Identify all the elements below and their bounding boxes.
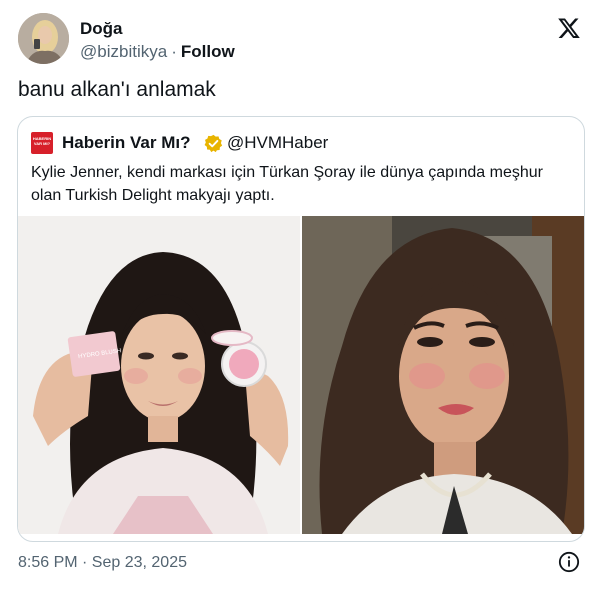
tweet-text: banu alkan'ı anlamak bbox=[18, 78, 216, 101]
author-handle-line: @bizbitikya · Follow bbox=[80, 42, 235, 62]
avatar-photo bbox=[18, 13, 69, 64]
quoted-avatar-logo: HABERIN VAR MI? bbox=[31, 132, 53, 154]
verified-badge-icon bbox=[204, 134, 223, 153]
tweet-footer: 8:56 PM · Sep 23, 2025 bbox=[18, 551, 584, 577]
timestamp[interactable]: 8:56 PM · Sep 23, 2025 bbox=[18, 554, 187, 572]
quoted-image-right[interactable] bbox=[302, 216, 584, 534]
tweet-header: Doğa @bizbitikya · Follow bbox=[18, 12, 584, 66]
quoted-image-left[interactable]: HYDRO BLUSH bbox=[18, 216, 300, 534]
quoted-author-name[interactable]: Haberin Var Mı? bbox=[62, 133, 190, 153]
x-logo-icon[interactable] bbox=[557, 16, 581, 40]
tweet-card: Doğa @bizbitikya · Follow banu alkan'ı anl… bbox=[0, 0, 600, 592]
quoted-tweet[interactable]: HABERIN VAR MI? Haberin Var Mı? @HVMHabe… bbox=[17, 116, 585, 542]
follow-button[interactable]: Follow bbox=[181, 42, 235, 61]
quoted-text: Kylie Jenner, kendi markası için Türkan … bbox=[31, 164, 543, 204]
avatar[interactable] bbox=[18, 13, 69, 64]
info-icon[interactable] bbox=[558, 551, 580, 573]
quoted-author-handle[interactable]: @HVMHaber bbox=[227, 133, 328, 153]
separator-dot: · bbox=[171, 42, 177, 61]
quoted-header: HABERIN VAR MI? Haberin Var Mı? @HVMHabe… bbox=[31, 129, 571, 155]
photo-left: HYDRO BLUSH bbox=[18, 216, 300, 534]
author-name[interactable]: Doğa bbox=[80, 19, 123, 39]
photo-right bbox=[302, 216, 584, 534]
author-handle[interactable]: @bizbitikya bbox=[80, 42, 167, 61]
